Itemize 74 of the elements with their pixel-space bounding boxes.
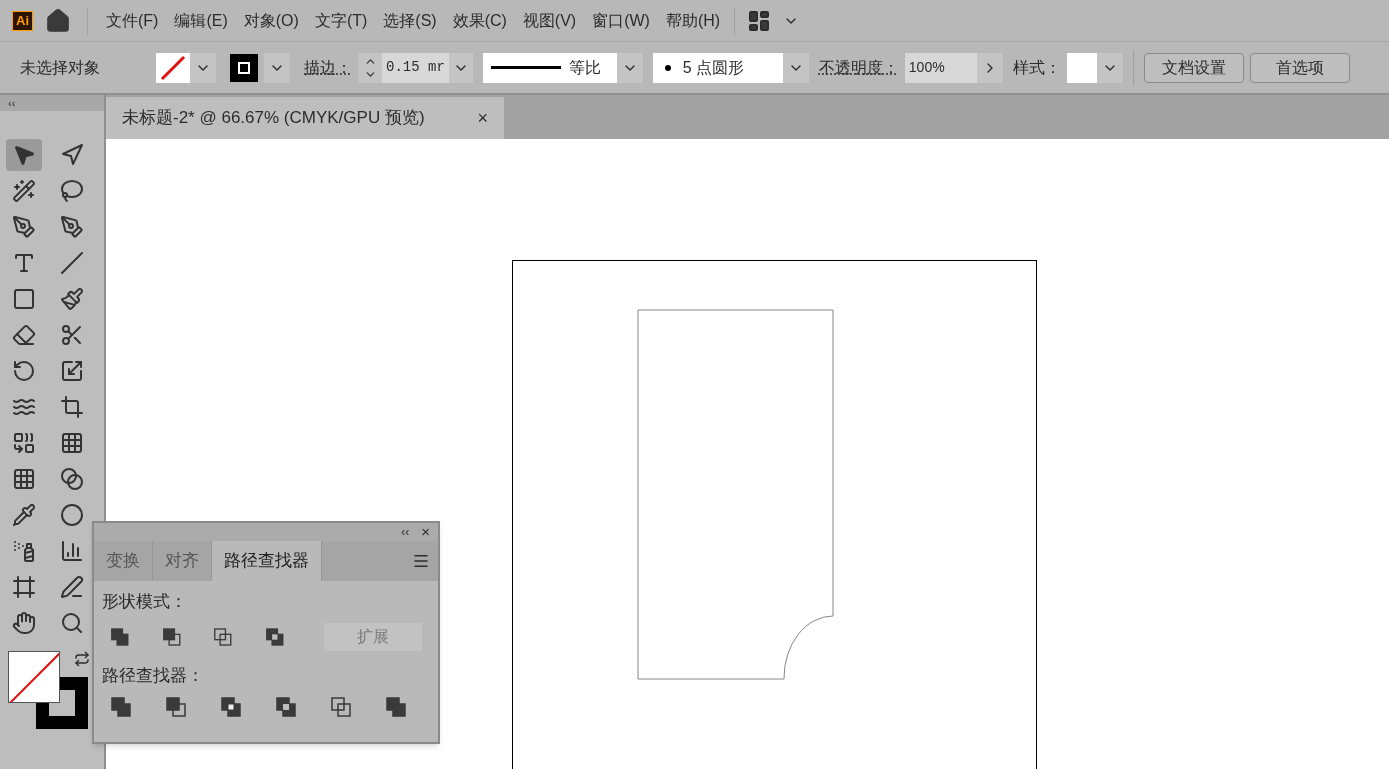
fill-swatch[interactable] <box>156 52 190 83</box>
menu-item[interactable]: 对象(O) <box>241 8 301 33</box>
expand-button[interactable] <box>976 52 1003 83</box>
eraser-icon <box>12 323 36 347</box>
toolbar-button[interactable]: 首选项 <box>1249 52 1350 83</box>
stroke-label[interactable]: 描边： <box>304 55 352 80</box>
app-logo: Ai <box>12 10 33 31</box>
menu-item[interactable]: 文件(F) <box>104 8 161 33</box>
eyedropper-icon <box>12 503 36 527</box>
selection-status: 未选择对象 <box>20 57 101 78</box>
menu-icon[interactable] <box>412 552 430 570</box>
stepper-icon[interactable] <box>358 52 382 83</box>
pathfinder-icon[interactable] <box>110 696 132 718</box>
workspace-icon[interactable] <box>747 8 772 33</box>
wand-icon <box>12 179 36 203</box>
brush-dropdown[interactable]: 5 点圆形 <box>652 52 783 83</box>
swap-icon[interactable] <box>74 651 90 667</box>
stroke-weight-field[interactable]: 0.15 mr <box>382 52 449 83</box>
menu-item[interactable]: 选择(S) <box>381 8 439 33</box>
profile-dropdown[interactable]: 等比 <box>482 52 617 83</box>
mesh-icon <box>12 467 36 491</box>
curvature-pen-icon <box>60 215 84 239</box>
fill-color-swatch[interactable] <box>8 651 60 703</box>
pathfinder-icon[interactable] <box>165 696 187 718</box>
pathfinder-icon[interactable] <box>220 696 242 718</box>
collapse-toggle[interactable]: ‹‹ <box>0 95 104 111</box>
pathfinder-icon[interactable] <box>213 625 233 648</box>
dropdown-button[interactable] <box>448 52 473 83</box>
pathfinder-icon[interactable] <box>110 625 130 648</box>
document-tab[interactable]: 未标题-2* @ 66.67% (CMYK/GPU 预览) × <box>106 97 504 139</box>
dropdown-button[interactable] <box>616 52 643 83</box>
rectangle-icon <box>12 287 36 311</box>
pathfinder-icon[interactable] <box>161 625 182 648</box>
bar-chart-icon <box>60 539 84 563</box>
brush-icon <box>60 287 84 311</box>
collapse-toggle[interactable]: ‹‹ <box>401 523 410 541</box>
close-icon[interactable]: × <box>477 104 488 132</box>
pointer-icon <box>12 143 36 167</box>
stroke-swatch[interactable] <box>230 53 258 82</box>
dropdown-button[interactable] <box>782 52 809 83</box>
scale-icon <box>60 359 84 383</box>
pathfinder-icon[interactable] <box>330 696 352 718</box>
menu-item[interactable]: 视图(V) <box>520 8 579 33</box>
pathfinder-icon[interactable] <box>385 696 407 718</box>
hollow-pointer-icon <box>60 143 84 167</box>
pen-icon <box>12 215 36 239</box>
zoom-icon <box>60 611 84 635</box>
menu-item[interactable]: 窗口(W) <box>590 8 652 33</box>
opacity-label[interactable]: 不透明度： <box>818 55 899 80</box>
style-label: 样式： <box>1012 57 1061 78</box>
home-icon[interactable] <box>45 7 71 34</box>
menu-item[interactable]: 效果(C) <box>450 8 509 33</box>
toolbar-button[interactable]: 文档设置 <box>1143 52 1244 83</box>
style-swatch[interactable] <box>1066 52 1097 83</box>
hand-icon <box>12 611 36 635</box>
opacity-field[interactable]: 100% <box>904 52 977 83</box>
rotate-icon <box>12 359 36 383</box>
panel-tab[interactable]: 路径查找器 <box>212 541 322 581</box>
section-label: 路径查找器： <box>101 664 205 687</box>
symbol-sprayer-icon <box>12 539 36 563</box>
type-icon <box>12 251 36 275</box>
section-label: 形状模式： <box>101 591 188 613</box>
lasso-icon <box>60 179 84 203</box>
scissors-icon <box>60 323 84 347</box>
menu-item[interactable]: 文字(T) <box>312 8 370 33</box>
pathfinder-icon[interactable] <box>264 625 285 648</box>
menu-item[interactable]: 编辑(E) <box>172 8 230 33</box>
menu-item[interactable]: 帮助(H) <box>663 8 723 33</box>
perspective-grid-icon <box>60 431 84 455</box>
pointer-tool[interactable] <box>6 139 42 171</box>
dropdown-button[interactable] <box>1096 52 1123 83</box>
pathfinder-icon[interactable] <box>275 696 297 718</box>
line-icon <box>60 251 84 275</box>
close-icon[interactable]: × <box>421 520 430 544</box>
